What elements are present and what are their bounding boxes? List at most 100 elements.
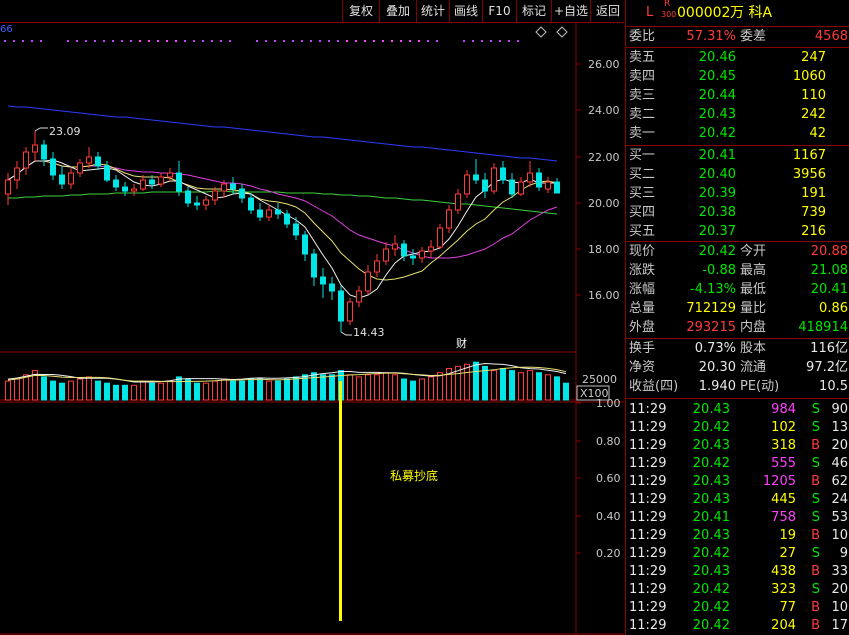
- volume-bar-up: [428, 376, 434, 401]
- fundamental-row[interactable]: 换手 0.73% 股本 116亿: [626, 340, 849, 358]
- ask-level[interactable]: 卖四 20.45 1060: [626, 68, 849, 86]
- candle-up: [14, 167, 20, 181]
- tick-row[interactable]: 11:29 20.42 27 S 9: [626, 545, 849, 563]
- f10-button[interactable]: F10: [482, 0, 516, 22]
- signal-dot: [85, 40, 87, 42]
- bid-label: 买一: [629, 148, 656, 163]
- tick-row[interactable]: 11:29 20.43 1205 B 62: [626, 473, 849, 491]
- tick-row[interactable]: 11:29 20.43 438 B 33: [626, 563, 849, 581]
- ask-level[interactable]: 卖一 20.42 42: [626, 125, 849, 143]
- restore-rights-button[interactable]: 复权: [342, 0, 379, 22]
- tick-row[interactable]: 11:29 20.42 555 S 46: [626, 455, 849, 473]
- signal-dot: [346, 40, 348, 42]
- diamond-icon[interactable]: [535, 26, 547, 38]
- volume-bar-up: [545, 374, 551, 401]
- signal-dot: [292, 40, 294, 42]
- signal-dot: [481, 40, 483, 42]
- tick-row[interactable]: 11:29 20.42 204 B 17: [626, 617, 849, 635]
- signal-dot: [337, 40, 339, 42]
- stat-row[interactable]: 现价 20.42 今开 20.88: [626, 243, 849, 261]
- tick-row[interactable]: 11:29 20.43 318 B 20: [626, 437, 849, 455]
- fundamental-label: 净资: [629, 360, 656, 375]
- bid-price: 20.41: [698, 148, 736, 163]
- ask-level[interactable]: 卖二 20.43 242: [626, 106, 849, 124]
- stat-row[interactable]: 涨跌 -0.88 最高 21.08: [626, 262, 849, 280]
- candle-up: [419, 250, 425, 259]
- candle-up: [23, 151, 29, 169]
- add-watchlist-button[interactable]: +自选: [551, 0, 590, 22]
- bid-level[interactable]: 买三 20.39 191: [626, 185, 849, 203]
- signal-dot: [184, 40, 186, 42]
- candle-up: [527, 172, 533, 183]
- tick-row[interactable]: 11:29 20.43 445 S 24: [626, 491, 849, 509]
- bid-level[interactable]: 买一 20.41 1167: [626, 147, 849, 165]
- bid-level[interactable]: 买二 20.40 3956: [626, 166, 849, 184]
- candle-up: [203, 199, 209, 206]
- bid-price: 20.37: [698, 224, 736, 239]
- tick-row[interactable]: 11:29 20.42 77 B 10: [626, 599, 849, 617]
- signal-dot: [463, 40, 465, 42]
- diamond-icons: [535, 26, 568, 38]
- candle-down: [113, 179, 119, 188]
- mark-button[interactable]: 标记: [516, 0, 551, 22]
- ask-volume: 42: [809, 126, 826, 141]
- fundamental-row[interactable]: 收益(四) 1.940 PE(动) 10.5: [626, 378, 849, 396]
- candlestick-series: [5, 131, 560, 332]
- signal-dot: [391, 40, 393, 42]
- volume-bar-down: [230, 380, 236, 401]
- stat-label: 内盘: [740, 320, 767, 335]
- price-axis: 26.00 24.00 22.00 20.00 18.00 16.00: [576, 58, 620, 302]
- tick-row[interactable]: 11:29 20.41 758 S 53: [626, 509, 849, 527]
- tick-row[interactable]: 11:29 20.42 323 S 20: [626, 581, 849, 599]
- tick-count: 53: [831, 510, 848, 525]
- volume-bar-down: [185, 378, 191, 401]
- index-badge: 300: [661, 10, 677, 19]
- volume-bar-up: [347, 374, 353, 401]
- high-price-annotation: 23.09: [49, 125, 81, 138]
- financial-report-marker[interactable]: 财: [456, 336, 467, 350]
- overlay-button[interactable]: 叠加: [379, 0, 416, 22]
- back-button[interactable]: 返回: [590, 0, 625, 22]
- ask-level[interactable]: 卖三 20.44 110: [626, 87, 849, 105]
- stat-value: 20.42: [698, 244, 736, 259]
- volume-bar-down: [275, 380, 281, 401]
- volume-bar-down: [194, 382, 200, 401]
- tick-side: B: [811, 528, 820, 543]
- tick-row[interactable]: 11:29 20.43 984 S 90: [626, 401, 849, 419]
- fundamental-label: 股本: [740, 341, 767, 356]
- signal-dot: [76, 40, 78, 42]
- volume-bar-down: [95, 380, 101, 401]
- ask-level[interactable]: 卖五 20.46 247: [626, 49, 849, 67]
- fundamental-label: PE(动): [740, 379, 780, 394]
- tick-row[interactable]: 11:29 20.42 102 S 13: [626, 419, 849, 437]
- tick-volume: 445: [771, 492, 796, 507]
- indicator-tick-label: 0.20: [596, 547, 621, 560]
- bid-level[interactable]: 买四 20.38 739: [626, 204, 849, 222]
- stat-row[interactable]: 涨幅 -4.13% 最低 20.41: [626, 281, 849, 299]
- indicator-tick-label: 0.60: [596, 472, 621, 485]
- tick-time: 11:29: [629, 510, 667, 525]
- stat-row[interactable]: 总量 712129 量比 0.86: [626, 300, 849, 318]
- stat-row[interactable]: 外盘 293215 内盘 418914: [626, 319, 849, 337]
- stat-value: 21.08: [810, 263, 848, 278]
- separator: [626, 145, 849, 146]
- candle-down: [302, 234, 308, 255]
- bid-volume: 216: [801, 224, 826, 239]
- candle-down: [149, 179, 155, 185]
- ask-price: 20.44: [698, 88, 736, 103]
- candle-down: [311, 253, 317, 278]
- bid-level[interactable]: 买五 20.37 216: [626, 223, 849, 241]
- kline-chart[interactable]: 66 26.0024.0022.0020.0018.0016.00 23.09 …: [0, 23, 624, 635]
- statistics-button[interactable]: 统计: [416, 0, 449, 22]
- diamond-icon[interactable]: [556, 26, 568, 38]
- tick-time: 11:29: [629, 402, 667, 417]
- tick-row[interactable]: 11:29 20.43 19 B 10: [626, 527, 849, 545]
- volume-bar-up: [392, 374, 398, 401]
- signal-dot: [121, 40, 123, 42]
- fundamental-row[interactable]: 净资 20.30 流通 97.2亿: [626, 359, 849, 377]
- draw-line-button[interactable]: 画线: [449, 0, 482, 22]
- candle-up: [428, 246, 434, 252]
- weibi-row: 委比 57.31% 委差 4568: [626, 28, 849, 46]
- tick-price: 20.43: [692, 438, 730, 453]
- tick-volume: 102: [771, 420, 796, 435]
